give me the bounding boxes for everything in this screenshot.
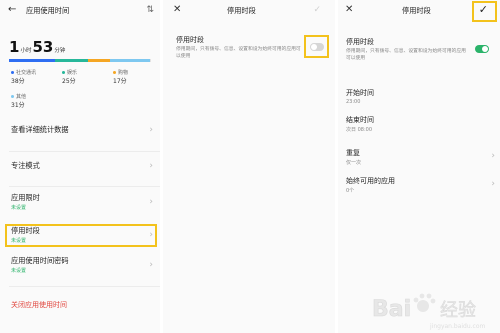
- close-icon[interactable]: ✕: [345, 4, 353, 16]
- row-label: 应用限时: [11, 193, 40, 202]
- divider: [9, 186, 160, 187]
- usage-hours-unit: 小时: [20, 48, 32, 54]
- category-other-label: 其他: [11, 93, 26, 100]
- row-label: 重复: [346, 149, 360, 157]
- chevron-right-icon: ›: [149, 197, 153, 207]
- category-dot: [11, 71, 14, 74]
- chevron-right-icon: ›: [149, 260, 153, 270]
- total-usage-time: 1小时53分钟: [9, 37, 66, 56]
- downtime-screen-on: ✕ 停用时段 ✓ 停用时段 停用期间，只有拨号、信息、设置和设为始终可用的应用可…: [338, 0, 500, 333]
- usage-bar-segment: [110, 59, 150, 62]
- chevron-right-icon: ›: [149, 161, 153, 171]
- category-shopping-label: 购物: [113, 69, 128, 76]
- end-time-row[interactable]: 结束时间 次日 08:00: [338, 113, 500, 135]
- category-dot: [62, 71, 65, 74]
- chevron-right-icon: ›: [491, 151, 495, 161]
- baidu-jingyan-watermark: Bai 经验 jingyan.baidu.com: [372, 293, 486, 330]
- row-value: 23:00: [346, 99, 361, 105]
- back-arrow-icon[interactable]: ←: [8, 4, 16, 16]
- usage-minutes: 53: [32, 38, 54, 56]
- row-label: 专注模式: [11, 161, 40, 170]
- downtime-description: 停用期间，只有拨号、信息、设置和设为始终可用的应用可以使用: [176, 47, 301, 59]
- start-time-row[interactable]: 开始时间 23:00: [338, 86, 500, 108]
- downtime-toggle[interactable]: [475, 45, 489, 53]
- chevron-right-icon: ›: [491, 179, 495, 189]
- row-value: 仅一次: [346, 160, 362, 166]
- toggle-knob: [482, 46, 488, 52]
- usage-bar-segment: [9, 59, 55, 62]
- downtime-section-label: 停用时段: [346, 38, 374, 46]
- page-title: 停用时段: [402, 6, 431, 15]
- sort-icon[interactable]: ⇅: [146, 4, 154, 16]
- downtime-header: ✕ 停用时段 ✓: [163, 0, 335, 22]
- usage-password-row[interactable]: 应用使用时间密码 未设置 ›: [0, 254, 160, 278]
- category-shopping-value: 17分: [113, 78, 127, 85]
- svg-text:jingyan.baidu.com: jingyan.baidu.com: [429, 323, 486, 330]
- focus-mode-row[interactable]: 专注模式 ›: [0, 155, 160, 177]
- row-label: 开始时间: [346, 89, 374, 97]
- row-label: 始终可用的应用: [346, 177, 395, 185]
- row-status: 未设置: [11, 268, 27, 274]
- usage-minutes-unit: 分钟: [54, 48, 66, 54]
- detailed-stats-row[interactable]: 查看详细统计数据 ›: [0, 120, 160, 140]
- close-icon[interactable]: ✕: [173, 4, 181, 16]
- row-label: 结束时间: [346, 116, 374, 124]
- usage-distribution-bar: [9, 59, 151, 62]
- category-entertainment-label: 娱乐: [62, 69, 77, 76]
- divider: [9, 286, 160, 287]
- app-usage-header: ← 应用使用时间 ⇅: [0, 0, 160, 22]
- category-entertainment-value: 25分: [62, 78, 76, 85]
- highlight-box: [5, 224, 157, 247]
- svg-text:Bai: Bai: [372, 297, 411, 322]
- downtime-screen-off: ✕ 停用时段 ✓ 停用时段 停用期间，只有拨号、信息、设置和设为始终可用的应用可…: [163, 0, 335, 333]
- check-icon[interactable]: ✓: [313, 4, 321, 16]
- downtime-description: 停用期间，只有拨号、信息、设置和设为始终可用的应用可以使用: [346, 49, 466, 61]
- always-allowed-apps-row[interactable]: 始终可用的应用 0个 ›: [338, 174, 500, 196]
- category-dot: [11, 95, 14, 98]
- repeat-row[interactable]: 重复 仅一次 ›: [338, 146, 500, 168]
- app-usage-screen: ← 应用使用时间 ⇅ 1小时53分钟 社交通讯 38分 娱乐 25分 购物 17…: [0, 0, 160, 333]
- page-title: 停用时段: [227, 6, 256, 15]
- highlight-box: [304, 35, 329, 58]
- page-title: 应用使用时间: [26, 6, 70, 15]
- usage-bar-segment: [88, 59, 110, 62]
- usage-hours: 1: [9, 38, 20, 56]
- row-value: 次日 08:00: [346, 127, 372, 133]
- row-label: 应用使用时间密码: [11, 256, 69, 265]
- row-label: 查看详细统计数据: [11, 125, 69, 134]
- divider: [9, 151, 160, 152]
- usage-bar-segment: [55, 59, 88, 62]
- category-social-value: 38分: [11, 78, 25, 85]
- highlight-box: [472, 1, 497, 22]
- downtime-section-label: 停用时段: [176, 36, 204, 44]
- close-app-usage-link[interactable]: 关闭应用使用时间: [11, 300, 67, 310]
- svg-text:经验: 经验: [440, 300, 476, 321]
- app-limits-row[interactable]: 应用限时 未设置 ›: [0, 191, 160, 215]
- category-dot: [113, 71, 116, 74]
- category-other-value: 31分: [11, 102, 25, 109]
- chevron-right-icon: ›: [149, 125, 153, 135]
- category-social-label: 社交通讯: [11, 69, 36, 76]
- row-value: 0个: [346, 188, 355, 194]
- row-status: 未设置: [11, 205, 27, 211]
